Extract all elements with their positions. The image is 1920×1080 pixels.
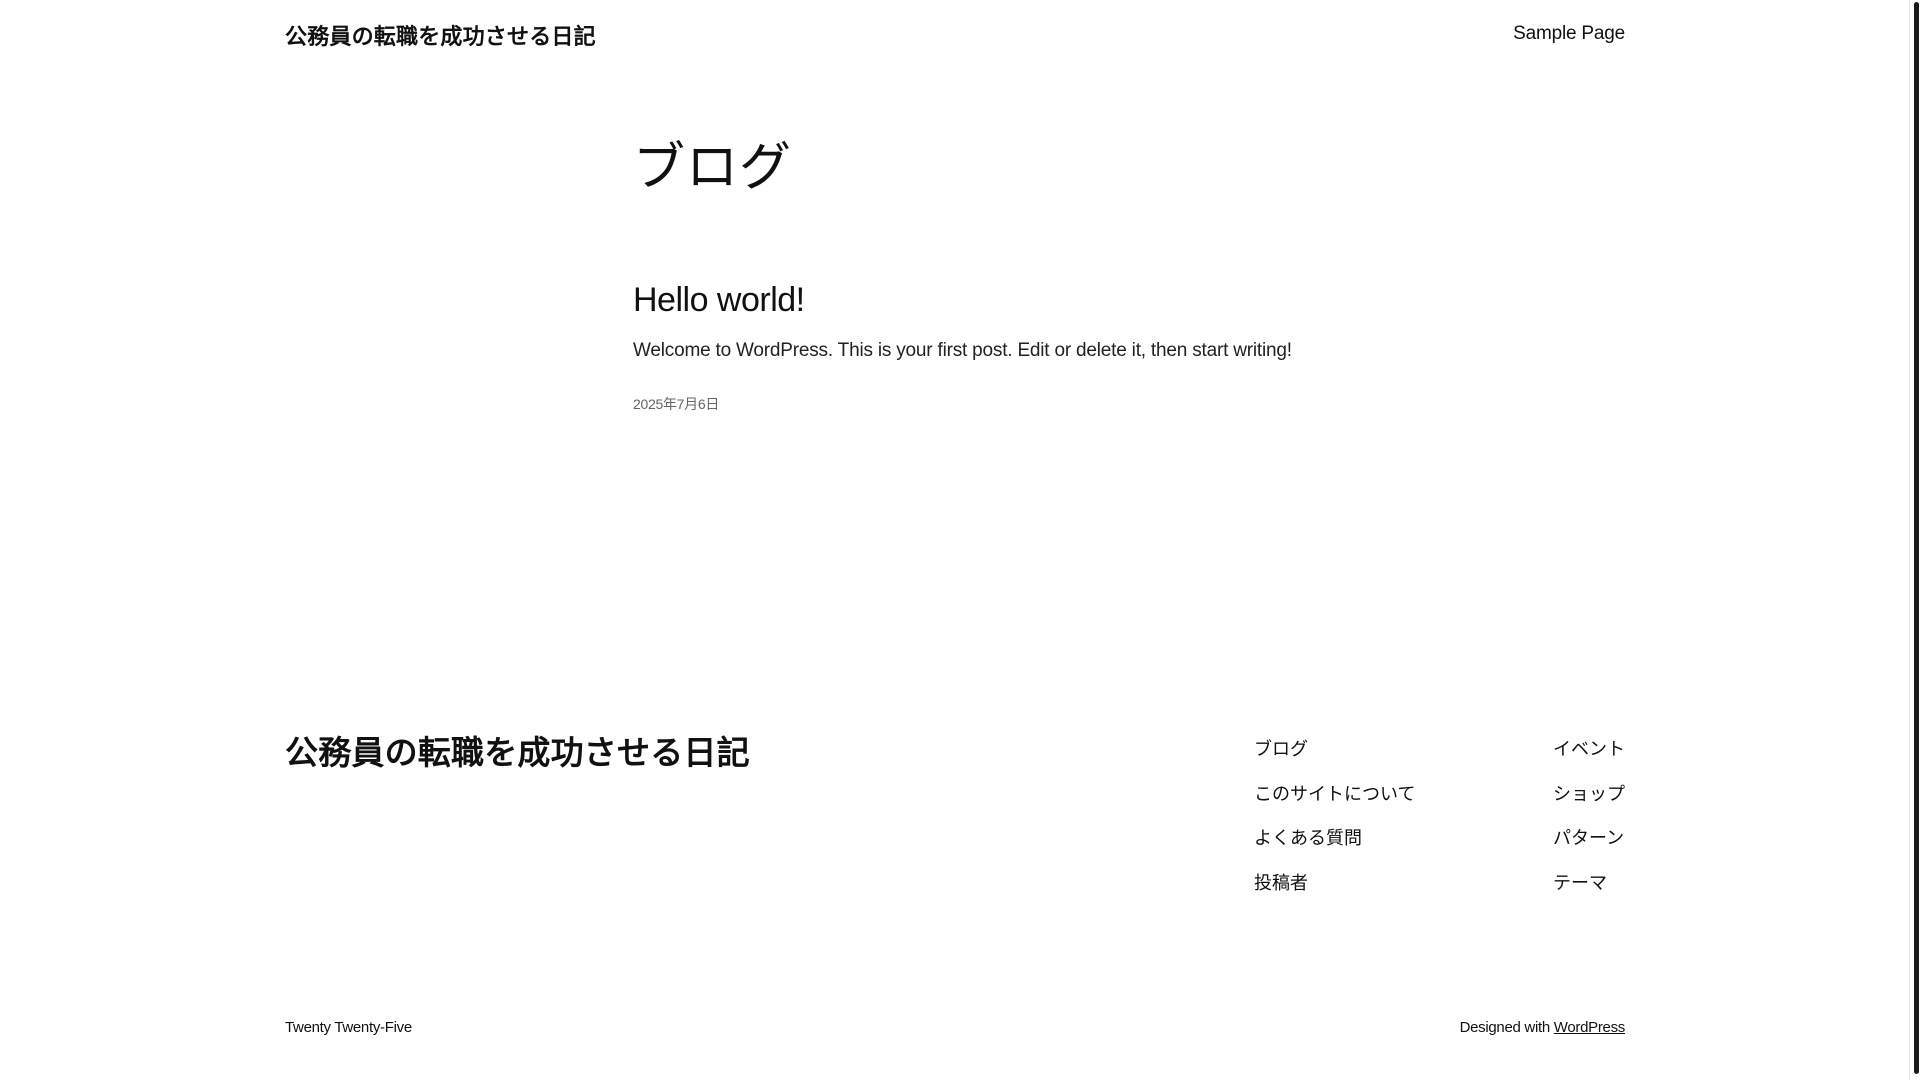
post-title-link[interactable]: Hello world! — [633, 278, 805, 322]
post-excerpt: Welcome to WordPress. This is your first… — [633, 340, 1292, 361]
footer-nav-column-1: ブログ このサイトについて よくある質問 投稿者 — [1254, 728, 1415, 906]
footer-site-title-link[interactable]: 公務員の転職を成功させる日記 — [285, 726, 750, 774]
wordpress-link[interactable]: WordPress — [1554, 1019, 1626, 1036]
footer-link-themes[interactable]: テーマ — [1553, 862, 1607, 907]
designed-with-credit: Designed with WordPress — [1459, 1019, 1626, 1036]
main-content: ブログ Hello world! Welcome to WordPress. T… — [633, 130, 1353, 412]
site-header: 公務員の転職を成功させる日記 Sample Page — [0, 0, 1910, 72]
page-title: ブログ — [633, 138, 793, 198]
scrollbar-thumb[interactable] — [1914, 2, 1919, 1074]
footer-nav-column-2: イベント ショップ パターン テーマ — [1553, 728, 1625, 906]
nav-sample-page-link[interactable]: Sample Page — [1513, 23, 1625, 45]
footer-link-faq[interactable]: よくある質問 — [1254, 817, 1415, 862]
footer-link-about[interactable]: このサイトについて — [1254, 773, 1415, 818]
site-title-link[interactable]: 公務員の転職を成功させる日記 — [285, 19, 596, 51]
footer-link-shop[interactable]: ショップ — [1553, 773, 1625, 818]
vertical-scrollbar[interactable] — [1909, 0, 1920, 1080]
designed-with-text: Designed with — [1459, 1019, 1551, 1036]
theme-name: Twenty Twenty-Five — [285, 1019, 412, 1036]
page: 公務員の転職を成功させる日記 Sample Page ブログ Hello wor… — [0, 0, 1920, 1080]
post-item: Hello world! Welcome to WordPress. This … — [633, 278, 1353, 412]
footer-link-patterns[interactable]: パターン — [1553, 817, 1624, 862]
footer-link-events[interactable]: イベント — [1553, 728, 1625, 773]
post-date[interactable]: 2025年7月6日 — [633, 394, 719, 414]
footer-link-blog[interactable]: ブログ — [1254, 728, 1415, 773]
footer-link-authors[interactable]: 投稿者 — [1254, 862, 1415, 907]
